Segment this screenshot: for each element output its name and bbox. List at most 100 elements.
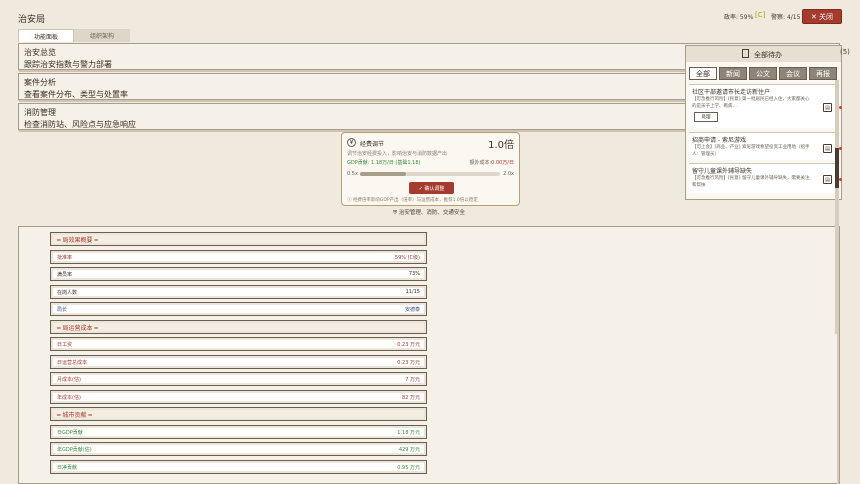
tab-function-panel[interactable]: 功能面板 — [18, 29, 74, 42]
section-subtitle: 跟踪治安指数与警力部署 — [24, 60, 112, 69]
document-icon — [742, 49, 749, 58]
todo-item-desc: 【可急推行风险】[民意] 第一批居民已经入住，大家都关心的是孩子上学、看病... — [692, 97, 810, 109]
stats-group-header: ━ 局运营成本 ━ — [50, 319, 427, 334]
stat-row: 月成本(估) 7 万元 — [50, 372, 427, 386]
stat-row: 局长 安德泰 — [50, 302, 427, 316]
stat-label: 年成本(估) — [57, 394, 81, 401]
todo-filter-tabs: 全部 新闻 公文 会议 再报 — [689, 67, 837, 80]
stat-value: 7 万元 — [405, 377, 420, 383]
stat-value: 1.18 万元 — [397, 429, 420, 436]
document-icon[interactable]: ▤ — [823, 144, 832, 153]
document-icon[interactable]: ▤ — [823, 175, 832, 184]
tab-org-structure[interactable]: 组织架构 — [74, 29, 130, 42]
stat-row: 年成本(估) 82 万元 — [50, 389, 427, 404]
stat-row: 批准率 59% (C级) — [50, 249, 427, 264]
window-header: 治安局 政率: 59% [C] 警察: 4/15 ✕ 关闭 — [0, 0, 860, 30]
tab-bar: 功能面板 组织架构 — [18, 29, 130, 42]
budget-scope-text: 治安管理、消防、交通安全 — [398, 210, 465, 216]
budget-slider[interactable] — [360, 172, 500, 176]
todo-tab-documents[interactable]: 公文 — [749, 67, 777, 80]
stat-row: 日GDP贡献 1.18 万元 — [50, 424, 427, 439]
todo-scrollbar-track[interactable] — [835, 80, 839, 334]
budget-note: ⓘ 经费倍率影响GDP产出（倍率）与运营成本，推荐1.0倍以稳定 — [347, 197, 478, 203]
todo-tab-meetings[interactable]: 会议 — [779, 67, 807, 80]
todo-item-title: 留守儿童课外辅导缺失 — [692, 168, 753, 175]
todo-panel-header: 全部待办 — [686, 46, 841, 62]
gdp-contribution: GDP贡献: 1.18万/日 (基础1.18) — [347, 160, 421, 166]
todo-item-title: 招商申请 - 索尼游戏 — [692, 137, 746, 144]
stat-label: 日净贡献 — [57, 464, 78, 471]
stat-value: 82 万元 — [402, 394, 420, 401]
extra-cost-value: 0.00万/日 — [491, 160, 514, 166]
stat-row: 日工资 0.23 万元 — [50, 337, 427, 351]
todo-panel: 全部待办 全部 新闻 公文 会议 再报 社区干部邀请市长走访新住户 【可急推行风… — [685, 45, 842, 200]
unread-dot — [839, 106, 842, 109]
stat-row: 日运营总成本 0.23 万元 — [50, 354, 427, 369]
stat-value: 0.95 万元 — [397, 464, 420, 471]
budget-multiplier: 1.0倍 — [488, 140, 514, 151]
extra-cost: 额外成本:0.00万/日 — [469, 159, 514, 166]
police-count: 警察: 4/15 — [771, 14, 801, 21]
stat-row: 在岗人数 11/15 — [50, 284, 427, 299]
stat-value: 11/15 — [405, 288, 420, 295]
stats-panel: ━ 局效果概要 ━ 批准率 59% (C级) 满员率 73% 在岗人数 11/15 局长 安德泰… — [18, 226, 840, 484]
todo-panel-title: 全部待办 — [754, 51, 782, 59]
stat-value: 429 万元 — [398, 447, 420, 453]
stat-value: 73% — [408, 271, 420, 277]
stat-label: 月成本(估) — [57, 377, 81, 383]
budget-title: 经费调节 — [360, 141, 385, 148]
stats-group-title: ━ 城市贡献 ━ — [57, 412, 93, 419]
todo-tab-all[interactable]: 全部 — [689, 67, 717, 80]
unread-dot — [839, 178, 842, 181]
stat-row: 日净贡献 0.95 万元 — [50, 459, 427, 474]
stats-group-title: ━ 局运营成本 ━ — [57, 324, 99, 332]
stat-label: 日GDP贡献 — [57, 429, 83, 436]
document-icon[interactable]: ▤ — [823, 103, 832, 112]
stats-group-title: ━ 局效果概要 ━ — [57, 237, 99, 244]
stat-row: 满员率 73% — [50, 267, 427, 281]
stats-group-header: ━ 城市贡献 ━ — [50, 407, 427, 421]
budget-description: 调节治安经费投入，影响治安与消防数据产出 — [347, 151, 448, 157]
section-subtitle: 检查消防站、风险点与应急响应 — [24, 120, 136, 129]
stat-label: 日运营总成本 — [57, 359, 88, 366]
budget-card: ¥ 经费调节 1.0倍 调节治安经费投入，影响治安与消防数据产出 GDP贡献: … — [341, 132, 520, 206]
approval-grade-mark: [C] — [755, 11, 766, 19]
stat-label: 在岗人数 — [57, 289, 78, 296]
slider-min-label: 0.5x — [347, 171, 358, 177]
stat-label: 年GDP贡献(估) — [57, 447, 92, 453]
todo-item[interactable]: 留守儿童课外辅导缺失 【可急推行风险】[民意] 留守儿童课外辅导缺失，需要关注和… — [689, 163, 842, 193]
budget-scope: ⛨ 治安管理、消防、交通安全 — [393, 208, 465, 217]
stat-label: 满员率 — [57, 272, 73, 278]
extra-cost-label: 额外成本: — [469, 160, 492, 166]
stat-value: 0.23 万元 — [397, 359, 420, 366]
coin-icon: ¥ — [347, 138, 356, 147]
stats-group-header: ━ 局效果概要 ━ — [50, 232, 427, 246]
page-title: 治安局 — [18, 15, 46, 25]
section-title: 案件分析 — [24, 78, 56, 87]
approval-rate: 政率: 59% — [724, 14, 754, 21]
todo-item-title: 社区干部邀请市长走访新住户 — [692, 89, 771, 96]
todo-count: (5) — [840, 48, 850, 56]
section-title: 消防管理 — [24, 108, 56, 117]
stat-row: 年GDP贡献(估) 429 万元 — [50, 442, 427, 456]
todo-item-desc: 【可上会】[商业、产业] 索尼游戏希望投资工业用地（招手人：管理员） — [692, 145, 810, 157]
handle-button[interactable]: 处理 — [694, 112, 718, 122]
todo-tab-news[interactable]: 新闻 — [719, 67, 747, 80]
stat-value: 0.23 万元 — [397, 342, 420, 348]
unread-dot — [839, 147, 842, 150]
todo-scrollbar-thumb[interactable] — [835, 148, 839, 188]
todo-item[interactable]: 招商申请 - 索尼游戏 【可上会】[商业、产业] 索尼游戏希望投资工业用地（招手… — [689, 132, 842, 160]
close-button[interactable]: ✕ 关闭 — [802, 9, 842, 24]
slider-fill — [360, 172, 407, 176]
todo-item[interactable]: 社区干部邀请市长走访新住户 【可急推行风险】[民意] 第一批居民已经入住，大家都… — [689, 84, 842, 128]
section-subtitle: 查看案件分布、类型与处置率 — [24, 90, 128, 99]
stat-label: 日工资 — [57, 342, 73, 348]
section-title: 治安总览 — [24, 48, 56, 57]
stat-value: 安德泰 — [404, 307, 420, 313]
slider-max-label: 2.0x — [503, 171, 514, 177]
todo-tab-reports[interactable]: 再报 — [809, 67, 837, 80]
stat-label: 批准率 — [57, 254, 73, 261]
todo-item-desc: 【可急推行风险】[民意] 留守儿童课外辅导缺失，需要关注和帮扶 — [692, 176, 810, 188]
stat-value: 59% (C级) — [394, 254, 420, 261]
confirm-adjust-button[interactable]: ✓ 确认调整 — [409, 182, 454, 194]
